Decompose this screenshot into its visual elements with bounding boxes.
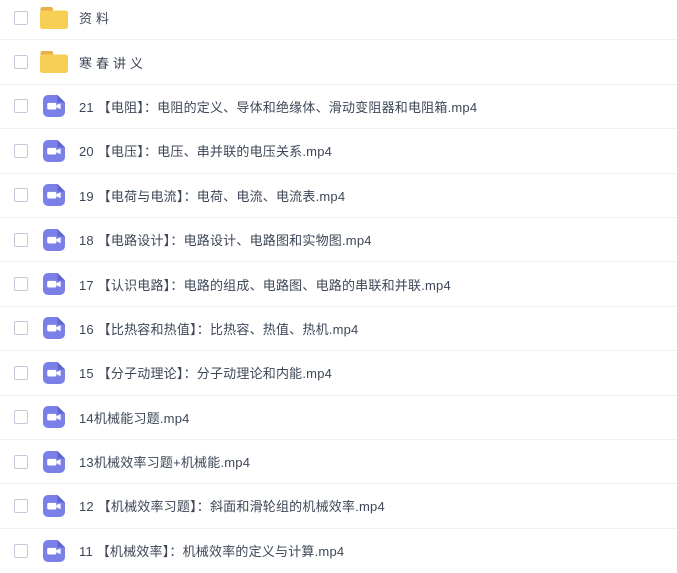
file-name[interactable]: 21 【电阻】：电阻的定义、导体和绝缘体、滑动变阻器和电阻箱.mp4: [79, 97, 477, 116]
file-row[interactable]: 14机械能习题.mp4: [0, 396, 677, 440]
video-file-icon: [43, 229, 65, 251]
row-checkbox[interactable]: [14, 233, 28, 247]
video-file-icon: [43, 317, 65, 339]
file-row[interactable]: 18 【电路设计】：电路设计、电路图和实物图.mp4: [0, 218, 677, 262]
file-name[interactable]: 16 【比热容和热值】：比热容、热值、热机.mp4: [79, 319, 358, 338]
video-file-icon: [43, 495, 65, 517]
video-file-icon: [43, 362, 65, 384]
row-checkbox[interactable]: [14, 410, 28, 424]
file-row[interactable]: 21 【电阻】：电阻的定义、导体和绝缘体、滑动变阻器和电阻箱.mp4: [0, 85, 677, 129]
row-checkbox[interactable]: [14, 99, 28, 113]
file-row[interactable]: 12 【机械效率习题】：斜面和滑轮组的机械效率.mp4: [0, 484, 677, 528]
file-name[interactable]: 资 料: [79, 8, 109, 27]
video-file-icon: [43, 184, 65, 206]
file-name[interactable]: 20 【电压】：电压、串并联的电压关系.mp4: [79, 141, 332, 160]
file-name[interactable]: 18 【电路设计】：电路设计、电路图和实物图.mp4: [79, 230, 372, 249]
file-row[interactable]: 19 【电荷与电流】：电荷、电流、电流表.mp4: [0, 174, 677, 218]
file-name[interactable]: 寒 春 讲 义: [79, 53, 143, 72]
folder-icon: [40, 51, 68, 73]
video-file-icon: [43, 95, 65, 117]
video-file-icon: [43, 540, 65, 562]
row-checkbox[interactable]: [14, 144, 28, 158]
video-file-icon: [43, 406, 65, 428]
file-list: 资 料 寒 春 讲 义: [0, 0, 677, 573]
video-file-icon: [43, 451, 65, 473]
file-row[interactable]: 20 【电压】：电压、串并联的电压关系.mp4: [0, 129, 677, 173]
row-checkbox[interactable]: [14, 499, 28, 513]
file-name[interactable]: 14机械能习题.mp4: [79, 408, 190, 427]
file-name[interactable]: 12 【机械效率习题】：斜面和滑轮组的机械效率.mp4: [79, 496, 385, 515]
row-checkbox[interactable]: [14, 277, 28, 291]
folder-icon: [40, 7, 68, 29]
file-row[interactable]: 寒 春 讲 义: [0, 40, 677, 84]
file-name[interactable]: 17 【认识电路】：电路的组成、电路图、电路的串联和并联.mp4: [79, 275, 451, 294]
row-checkbox[interactable]: [14, 11, 28, 25]
row-checkbox[interactable]: [14, 55, 28, 69]
file-row[interactable]: 11 【机械效率】：机械效率的定义与计算.mp4: [0, 529, 677, 573]
video-file-icon: [43, 273, 65, 295]
row-checkbox[interactable]: [14, 544, 28, 558]
row-checkbox[interactable]: [14, 455, 28, 469]
file-name[interactable]: 11 【机械效率】：机械效率的定义与计算.mp4: [79, 541, 344, 560]
file-name[interactable]: 13机械效率习题+机械能.mp4: [79, 452, 250, 471]
file-row[interactable]: 16 【比热容和热值】：比热容、热值、热机.mp4: [0, 307, 677, 351]
row-checkbox[interactable]: [14, 321, 28, 335]
row-checkbox[interactable]: [14, 366, 28, 380]
file-row[interactable]: 15 【分子动理论】：分子动理论和内能.mp4: [0, 351, 677, 395]
video-file-icon: [43, 140, 65, 162]
file-row[interactable]: 13机械效率习题+机械能.mp4: [0, 440, 677, 484]
file-row[interactable]: 资 料: [0, 0, 677, 40]
row-checkbox[interactable]: [14, 188, 28, 202]
file-name[interactable]: 15 【分子动理论】：分子动理论和内能.mp4: [79, 363, 332, 382]
file-name[interactable]: 19 【电荷与电流】：电荷、电流、电流表.mp4: [79, 186, 345, 205]
file-row[interactable]: 17 【认识电路】：电路的组成、电路图、电路的串联和并联.mp4: [0, 262, 677, 306]
